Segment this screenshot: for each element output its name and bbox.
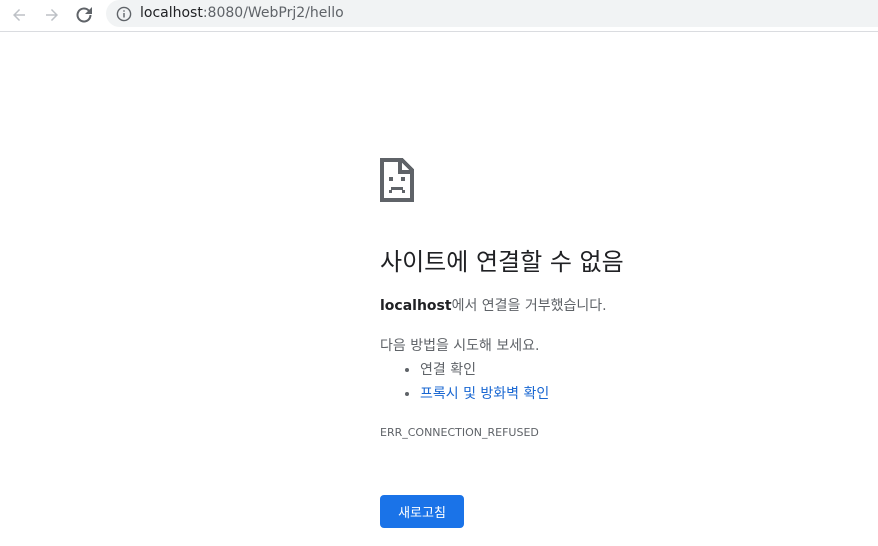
- error-message: localhost에서 연결을 거부했습니다.: [380, 296, 607, 316]
- suggestions-title: 다음 방법을 시도해 보세요.: [380, 338, 540, 354]
- error-host: localhost: [380, 298, 452, 314]
- sad-page-icon: [380, 158, 414, 202]
- error-message-suffix: 에서 연결을 거부했습니다.: [451, 298, 607, 314]
- suggestions-list: 연결 확인 프록시 및 방화벽 확인: [380, 358, 549, 406]
- proxy-firewall-link[interactable]: 프록시 및 방화벽 확인: [420, 386, 549, 402]
- reload-button[interactable]: 새로고침: [380, 495, 464, 528]
- forward-arrow-icon: [46, 9, 58, 21]
- forward-button[interactable]: [40, 3, 64, 27]
- reload-toolbar-button[interactable]: [72, 3, 96, 27]
- reload-icon: [76, 7, 92, 23]
- url-path: :8080/WebPrj2/hello: [202, 5, 344, 21]
- error-code: ERR_CONNECTION_REFUSED: [380, 426, 539, 439]
- back-arrow-icon: [13, 9, 25, 21]
- suggestion-check-proxy-firewall: 프록시 및 방화벽 확인: [420, 382, 549, 406]
- url-host: localhost: [140, 5, 203, 21]
- error-heading: 사이트에 연결할 수 없음: [380, 248, 624, 276]
- address-bar[interactable]: localhost:8080/WebPrj2/hello: [106, 0, 878, 27]
- suggestion-check-connection: 연결 확인: [420, 358, 549, 382]
- url-text[interactable]: localhost:8080/WebPrj2/hello: [140, 5, 344, 22]
- info-icon[interactable]: [116, 6, 132, 22]
- browser-toolbar: localhost:8080/WebPrj2/hello: [0, 0, 878, 32]
- back-button[interactable]: [7, 3, 31, 27]
